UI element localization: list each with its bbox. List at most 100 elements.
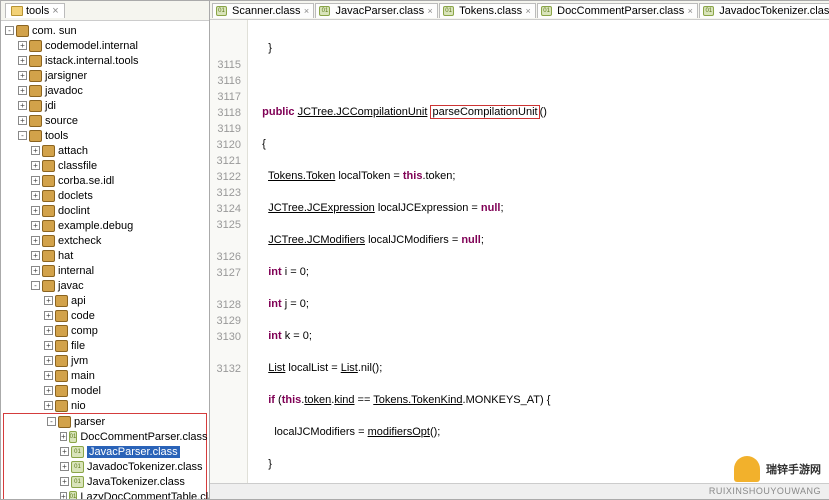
tree-node[interactable]: + JavacParser.class	[4, 444, 206, 459]
explorer-tab[interactable]: tools ×	[5, 3, 65, 18]
close-icon[interactable]: ×	[524, 5, 532, 16]
tree-node[interactable]: + jdi	[1, 98, 209, 113]
expand-icon[interactable]: +	[31, 161, 40, 170]
pkg-icon	[58, 416, 71, 428]
expand-icon[interactable]: +	[60, 432, 67, 441]
code-line: JCTree.JCModifiers localJCModifiers = nu…	[256, 232, 829, 248]
expand-icon[interactable]: +	[44, 401, 53, 410]
tree-node-label: nio	[71, 400, 86, 412]
tree-node[interactable]: + DocCommentParser.class	[4, 429, 206, 444]
tree-node-label: corba.se.idl	[58, 175, 114, 187]
expand-icon[interactable]: +	[60, 462, 69, 471]
expand-icon[interactable]: +	[44, 356, 53, 365]
tree-node[interactable]: - tools	[1, 128, 209, 143]
tree-node-label: tools	[45, 130, 68, 142]
expand-icon[interactable]: +	[18, 41, 27, 50]
tree-node[interactable]: + hat	[1, 248, 209, 263]
tree-node[interactable]: + api	[1, 293, 209, 308]
expand-icon[interactable]: +	[44, 386, 53, 395]
expand-icon[interactable]: +	[18, 86, 27, 95]
expand-icon[interactable]: +	[31, 176, 40, 185]
expand-icon[interactable]: +	[44, 326, 53, 335]
expand-icon[interactable]: +	[60, 447, 69, 456]
pkg-icon	[55, 400, 68, 412]
tree-node[interactable]: - com. sun	[1, 23, 209, 38]
expand-icon[interactable]: +	[18, 116, 27, 125]
line-number: 3130	[210, 329, 241, 345]
pkg-icon	[16, 25, 29, 37]
expand-icon[interactable]: +	[44, 311, 53, 320]
pkg-icon	[29, 100, 42, 112]
close-icon[interactable]: ×	[686, 5, 694, 16]
tree-node-label: doclint	[58, 205, 90, 217]
expand-icon[interactable]: +	[60, 477, 69, 486]
expand-icon[interactable]: +	[44, 341, 53, 350]
folder-icon	[11, 6, 23, 16]
editor-tab[interactable]: DocCommentParser.class ×	[537, 3, 698, 18]
tree-node[interactable]: + jarsigner	[1, 68, 209, 83]
tree-node-label: source	[45, 115, 78, 127]
expand-icon[interactable]: +	[31, 191, 40, 200]
class-icon	[703, 6, 714, 16]
expand-icon[interactable]: -	[18, 131, 27, 140]
tree-node[interactable]: + nio	[1, 398, 209, 413]
tree-node-label: javac	[58, 280, 84, 292]
line-number: 3127	[210, 265, 241, 281]
close-icon[interactable]: ×	[52, 5, 58, 17]
expand-icon[interactable]: -	[47, 417, 56, 426]
editor-tab[interactable]: JavadocTokenizer.class ×	[699, 3, 829, 18]
tree-node[interactable]: + doclint	[1, 203, 209, 218]
expand-icon[interactable]: +	[31, 251, 40, 260]
expand-icon[interactable]: -	[31, 281, 40, 290]
tree-node[interactable]: + doclets	[1, 188, 209, 203]
expand-icon[interactable]: +	[31, 206, 40, 215]
tree-node[interactable]: + javadoc	[1, 83, 209, 98]
expand-icon[interactable]: +	[44, 371, 53, 380]
tree-node[interactable]: + codemodel.internal	[1, 38, 209, 53]
tree-node[interactable]: + model	[1, 383, 209, 398]
tree-node[interactable]: + istack.internal.tools	[1, 53, 209, 68]
tree-node[interactable]: + main	[1, 368, 209, 383]
tree-node-label: hat	[58, 250, 73, 262]
expand-icon[interactable]: +	[31, 266, 40, 275]
expand-icon[interactable]: +	[31, 236, 40, 245]
tree-node[interactable]: + LazyDocCommentTable.class	[4, 489, 206, 499]
expand-icon[interactable]: +	[60, 492, 67, 499]
expand-icon[interactable]: +	[31, 221, 40, 230]
tree-node[interactable]: - parser	[4, 414, 206, 429]
tree-node[interactable]: + file	[1, 338, 209, 353]
expand-icon[interactable]: -	[5, 26, 14, 35]
tree-node[interactable]: + JavaTokenizer.class	[4, 474, 206, 489]
tree-node[interactable]: + example.debug	[1, 218, 209, 233]
tree-node[interactable]: - javac	[1, 278, 209, 293]
expand-icon[interactable]: +	[18, 56, 27, 65]
expand-icon[interactable]: +	[18, 71, 27, 80]
cls-icon	[71, 476, 84, 488]
expand-icon[interactable]: +	[44, 296, 53, 305]
tree-node[interactable]: + corba.se.idl	[1, 173, 209, 188]
class-icon	[319, 6, 330, 16]
tree-node[interactable]: + comp	[1, 323, 209, 338]
pkg-icon	[55, 385, 68, 397]
tree-node[interactable]: + attach	[1, 143, 209, 158]
expand-icon[interactable]: +	[18, 101, 27, 110]
code-line: {	[256, 136, 829, 152]
expand-icon[interactable]: +	[31, 146, 40, 155]
editor-tab[interactable]: JavacParser.class ×	[315, 3, 438, 18]
close-icon[interactable]: ×	[426, 5, 434, 16]
code-area[interactable]: } public JCTree.JCCompilationUnit parseC…	[248, 20, 829, 499]
editor-tab[interactable]: Scanner.class ×	[212, 3, 314, 18]
close-icon[interactable]: ×	[302, 5, 310, 16]
package-tree[interactable]: - com. sun + codemodel.internal + istack…	[1, 21, 209, 499]
editor-tab[interactable]: Tokens.class ×	[439, 3, 536, 18]
cls-icon	[71, 461, 84, 473]
tree-node[interactable]: + extcheck	[1, 233, 209, 248]
tree-node[interactable]: + JavadocTokenizer.class	[4, 459, 206, 474]
method-signature: public JCTree.JCCompilationUnit parseCom…	[256, 104, 829, 120]
tree-node[interactable]: + classfile	[1, 158, 209, 173]
tree-node[interactable]: + jvm	[1, 353, 209, 368]
tree-node-label: jvm	[71, 355, 88, 367]
tree-node[interactable]: + source	[1, 113, 209, 128]
tree-node[interactable]: + code	[1, 308, 209, 323]
tree-node[interactable]: + internal	[1, 263, 209, 278]
